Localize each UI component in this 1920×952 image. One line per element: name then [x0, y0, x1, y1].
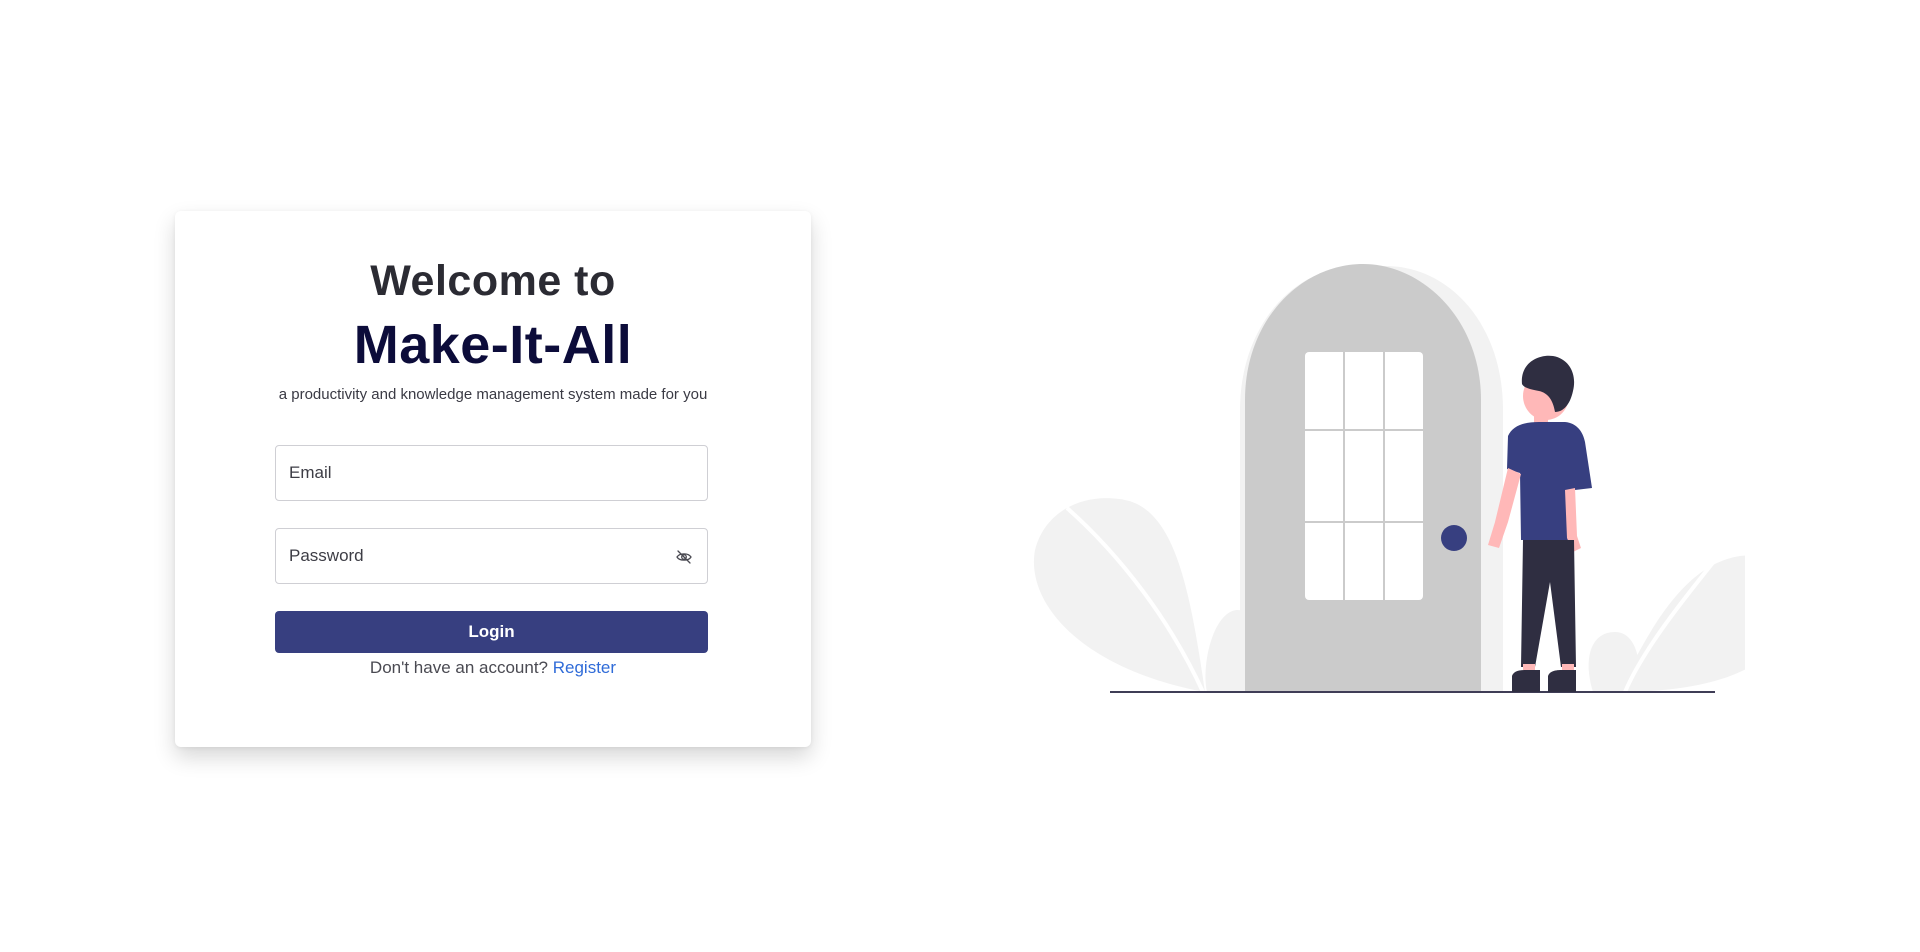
door-window: [1305, 352, 1423, 600]
email-input[interactable]: [276, 446, 707, 500]
login-card: Welcome to Make-It-All a productivity an…: [175, 211, 811, 747]
brand-title: Make-It-All: [353, 315, 633, 375]
register-link[interactable]: Register: [553, 658, 616, 677]
welcome-heading: Welcome to: [370, 257, 616, 305]
register-line: Don't have an account? Register: [175, 658, 811, 678]
tagline: a productivity and knowledge management …: [278, 386, 708, 403]
eye-off-icon[interactable]: [675, 548, 693, 566]
login-button[interactable]: Login: [275, 611, 708, 653]
register-prompt: Don't have an account?: [369, 658, 549, 677]
door-illustration: [1033, 264, 1745, 693]
door-knob: [1441, 525, 1467, 551]
login-page: Welcome to Make-It-All a productivity an…: [0, 0, 1920, 952]
password-input[interactable]: [276, 529, 707, 583]
email-field: [275, 445, 708, 501]
left-leaf: [1033, 498, 1205, 692]
password-field: [275, 528, 708, 584]
person: [1488, 355, 1592, 692]
